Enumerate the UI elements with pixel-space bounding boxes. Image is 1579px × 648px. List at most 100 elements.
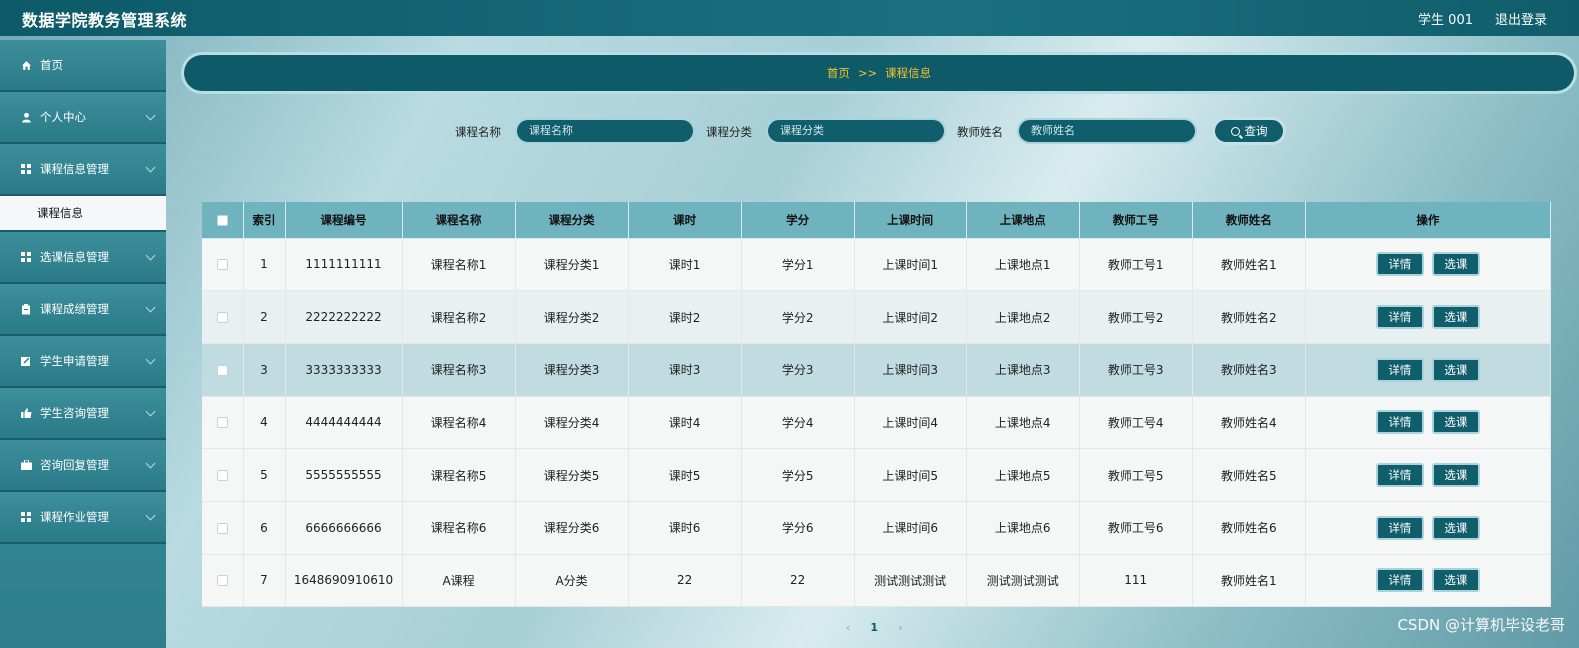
- select-course-button[interactable]: 选课: [1431, 463, 1480, 488]
- chevron-down-icon: [145, 458, 156, 469]
- grid-icon: [20, 251, 32, 263]
- table-cell: 上课地点5: [966, 448, 1080, 502]
- select-all-checkbox[interactable]: [216, 214, 228, 226]
- breadcrumb: 首页 >> 课程信息: [184, 55, 1574, 91]
- table-cell: 111: [1079, 554, 1193, 608]
- select-course-button[interactable]: 选课: [1431, 252, 1480, 277]
- sidebar-item-home[interactable]: 首页: [0, 40, 166, 92]
- table-cell: 22: [741, 554, 855, 608]
- table-cell: 课程分类5: [515, 448, 629, 502]
- actions-cell: 详情 选课: [1305, 501, 1552, 555]
- row-checkbox[interactable]: [216, 364, 228, 376]
- pagination: ‹ 1 ›: [846, 621, 902, 634]
- detail-button[interactable]: 详情: [1375, 568, 1424, 593]
- teacher-name-input[interactable]: 教师姓名: [1017, 118, 1197, 144]
- sidebar-item-homework-mgmt[interactable]: 课程作业管理: [0, 492, 166, 544]
- sidebar-item-label: 咨询回复管理: [40, 458, 109, 472]
- actions-cell: 详情 选课: [1305, 238, 1552, 292]
- table-cell: 上课地点6: [966, 501, 1080, 555]
- sidebar-item-application-mgmt[interactable]: 学生申请管理: [0, 336, 166, 388]
- row-checkbox[interactable]: [216, 259, 228, 271]
- table-cell: 课程分类6: [515, 501, 629, 555]
- table-cell: 课程分类3: [515, 343, 629, 397]
- actions-cell: 详情 选课: [1305, 554, 1552, 608]
- select-course-button[interactable]: 选课: [1431, 357, 1480, 382]
- page-number-current[interactable]: 1: [870, 621, 878, 634]
- column-header: 学分: [741, 202, 855, 239]
- detail-button[interactable]: 详情: [1375, 357, 1424, 382]
- sidebar-item-selection-mgmt[interactable]: 选课信息管理: [0, 232, 166, 284]
- table-cell: 课程名称3: [402, 343, 516, 397]
- table-cell: 教师姓名5: [1192, 448, 1306, 502]
- column-header: 课程名称: [402, 202, 516, 239]
- actions-cell: 详情 选课: [1305, 343, 1552, 397]
- sidebar-item-grades-mgmt[interactable]: 课程成绩管理: [0, 284, 166, 336]
- select-course-button[interactable]: 选课: [1431, 410, 1480, 435]
- row-checkbox[interactable]: [216, 470, 228, 482]
- column-header: 课时: [628, 202, 742, 239]
- select-all-cell: [202, 202, 244, 239]
- detail-button[interactable]: 详情: [1375, 410, 1424, 435]
- actions-cell: 详情 选课: [1305, 290, 1552, 344]
- search-button-label: 查询: [1244, 124, 1268, 138]
- detail-button[interactable]: 详情: [1375, 252, 1424, 277]
- sidebar-item-label: 首页: [40, 58, 63, 72]
- detail-button[interactable]: 详情: [1375, 515, 1424, 540]
- search-button[interactable]: 查询: [1212, 117, 1286, 145]
- row-checkbox[interactable]: [216, 522, 228, 534]
- table-row: 7 1648690910610 A课程 A分类 22 22 测试测试测试 测试测试测试 111 教…: [202, 554, 1552, 608]
- select-course-button[interactable]: 选课: [1431, 568, 1480, 593]
- table-cell: 教师姓名1: [1192, 554, 1306, 608]
- detail-button[interactable]: 详情: [1375, 463, 1424, 488]
- sidebar-item-consult-mgmt[interactable]: 学生咨询管理: [0, 388, 166, 440]
- next-page-button[interactable]: ›: [898, 621, 902, 634]
- row-checkbox[interactable]: [216, 312, 228, 324]
- detail-button[interactable]: 详情: [1375, 305, 1424, 330]
- sidebar-item-label: 课程成绩管理: [40, 302, 109, 316]
- sidebar-item-course-info-mgmt[interactable]: 课程信息管理: [0, 144, 166, 196]
- row-select-cell: [202, 343, 244, 397]
- select-course-button[interactable]: 选课: [1431, 515, 1480, 540]
- table-cell: 课程名称4: [402, 396, 516, 450]
- sidebar-subitem-course-info[interactable]: 课程信息: [0, 196, 166, 232]
- category-label: 课程分类: [706, 125, 752, 139]
- table-cell: 课程名称2: [402, 290, 516, 344]
- breadcrumb-current: 课程信息: [885, 66, 932, 80]
- row-select-cell: [202, 238, 244, 292]
- clipboard-icon: [20, 303, 32, 315]
- table-cell: 上课地点2: [966, 290, 1080, 344]
- category-input[interactable]: 课程分类: [766, 118, 946, 144]
- grid-icon: [20, 511, 32, 523]
- table-cell: 5555555555: [285, 448, 403, 502]
- row-checkbox[interactable]: [216, 417, 228, 429]
- table-cell: 上课地点3: [966, 343, 1080, 397]
- table-row: 4 4444444444 课程名称4 课程分类4 课时4 学分4 上课时间4 上课地点4 教师工…: [202, 396, 1552, 450]
- row-checkbox[interactable]: [216, 575, 228, 587]
- table-cell: 1111111111: [285, 238, 403, 292]
- table-cell: 6: [243, 501, 286, 555]
- course-name-input[interactable]: 课程名称: [515, 118, 695, 144]
- table-cell: 教师工号6: [1079, 501, 1193, 555]
- table-cell: 学分5: [741, 448, 855, 502]
- table-cell: 课时2: [628, 290, 742, 344]
- top-bar: 数据学院教务管理系统 学生 001 退出登录: [0, 0, 1579, 36]
- chevron-down-icon: [145, 302, 156, 313]
- logout-link[interactable]: 退出登录: [1495, 9, 1547, 28]
- table-cell: 1648690910610: [285, 554, 403, 608]
- table-cell: 教师姓名6: [1192, 501, 1306, 555]
- chevron-down-icon: [145, 250, 156, 261]
- table-cell: 3333333333: [285, 343, 403, 397]
- select-course-button[interactable]: 选课: [1431, 305, 1480, 330]
- prev-page-button[interactable]: ‹: [846, 621, 850, 634]
- table-cell: 教师工号5: [1079, 448, 1193, 502]
- table-cell: 学分1: [741, 238, 855, 292]
- table-cell: 上课时间2: [854, 290, 967, 344]
- edit-icon: [20, 355, 32, 367]
- row-select-cell: [202, 554, 244, 608]
- sidebar-item-reply-mgmt[interactable]: 咨询回复管理: [0, 440, 166, 492]
- table-cell: 课程分类2: [515, 290, 629, 344]
- breadcrumb-home[interactable]: 首页: [827, 65, 850, 81]
- current-user[interactable]: 学生 001: [1418, 9, 1473, 28]
- watermark: CSDN @计算机毕设老哥: [1397, 616, 1565, 634]
- table-cell: 教师姓名2: [1192, 290, 1306, 344]
